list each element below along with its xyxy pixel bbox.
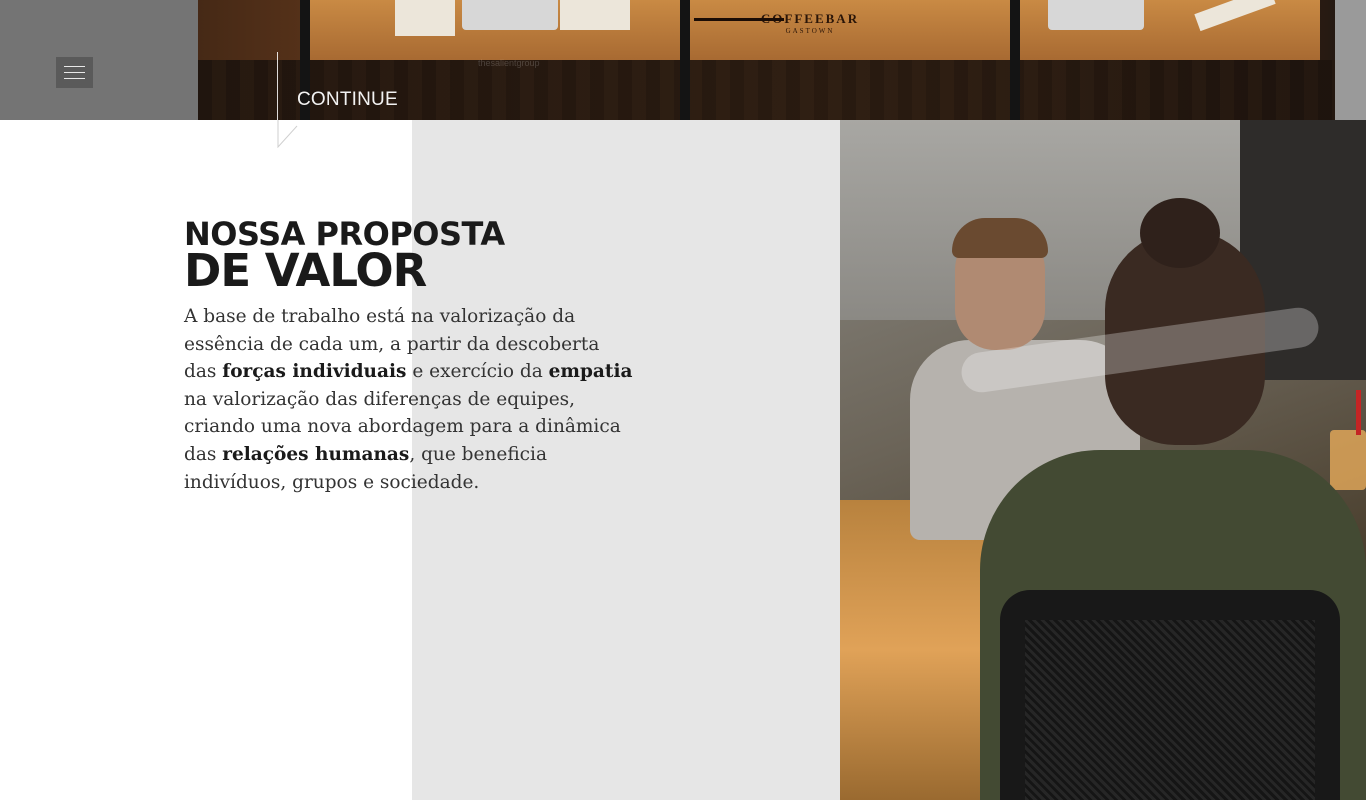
coffeebar-sign: COFFEEBAR GASTOWN [694,11,920,41]
sign-subtitle: GASTOWN [785,27,835,35]
hero-post [1010,0,1020,120]
hero-image: COFFEEBAR GASTOWN thesalientgroup [0,0,1366,120]
description-emphasis: forças individuais [222,361,407,383]
hero-laptop [462,0,558,30]
hero-laptop [1048,0,1144,30]
description-emphasis: empatia [548,361,633,383]
continue-arrow-icon [277,120,298,148]
hero-post [680,0,690,120]
hero-right-edge [1335,0,1366,120]
hero-paper [395,0,455,36]
continue-link[interactable]: CONTINUE [297,89,398,111]
header-left-panel [0,0,198,120]
description-emphasis: relações humanas [222,443,410,465]
hamburger-menu-icon-line [64,78,85,79]
hamburger-menu-icon [64,66,85,67]
menu-button[interactable] [56,57,93,88]
meeting-photo [840,120,1366,800]
section-description: A base de trabalho está na valorização d… [184,303,634,496]
section-title-line2: DE VALOR [184,244,427,297]
sign-bar [694,18,784,21]
hamburger-menu-icon-line [64,72,85,73]
description-text: e exercício da [406,361,549,383]
hero-paper [560,0,630,30]
watermark-text: thesalientgroup [478,58,540,68]
